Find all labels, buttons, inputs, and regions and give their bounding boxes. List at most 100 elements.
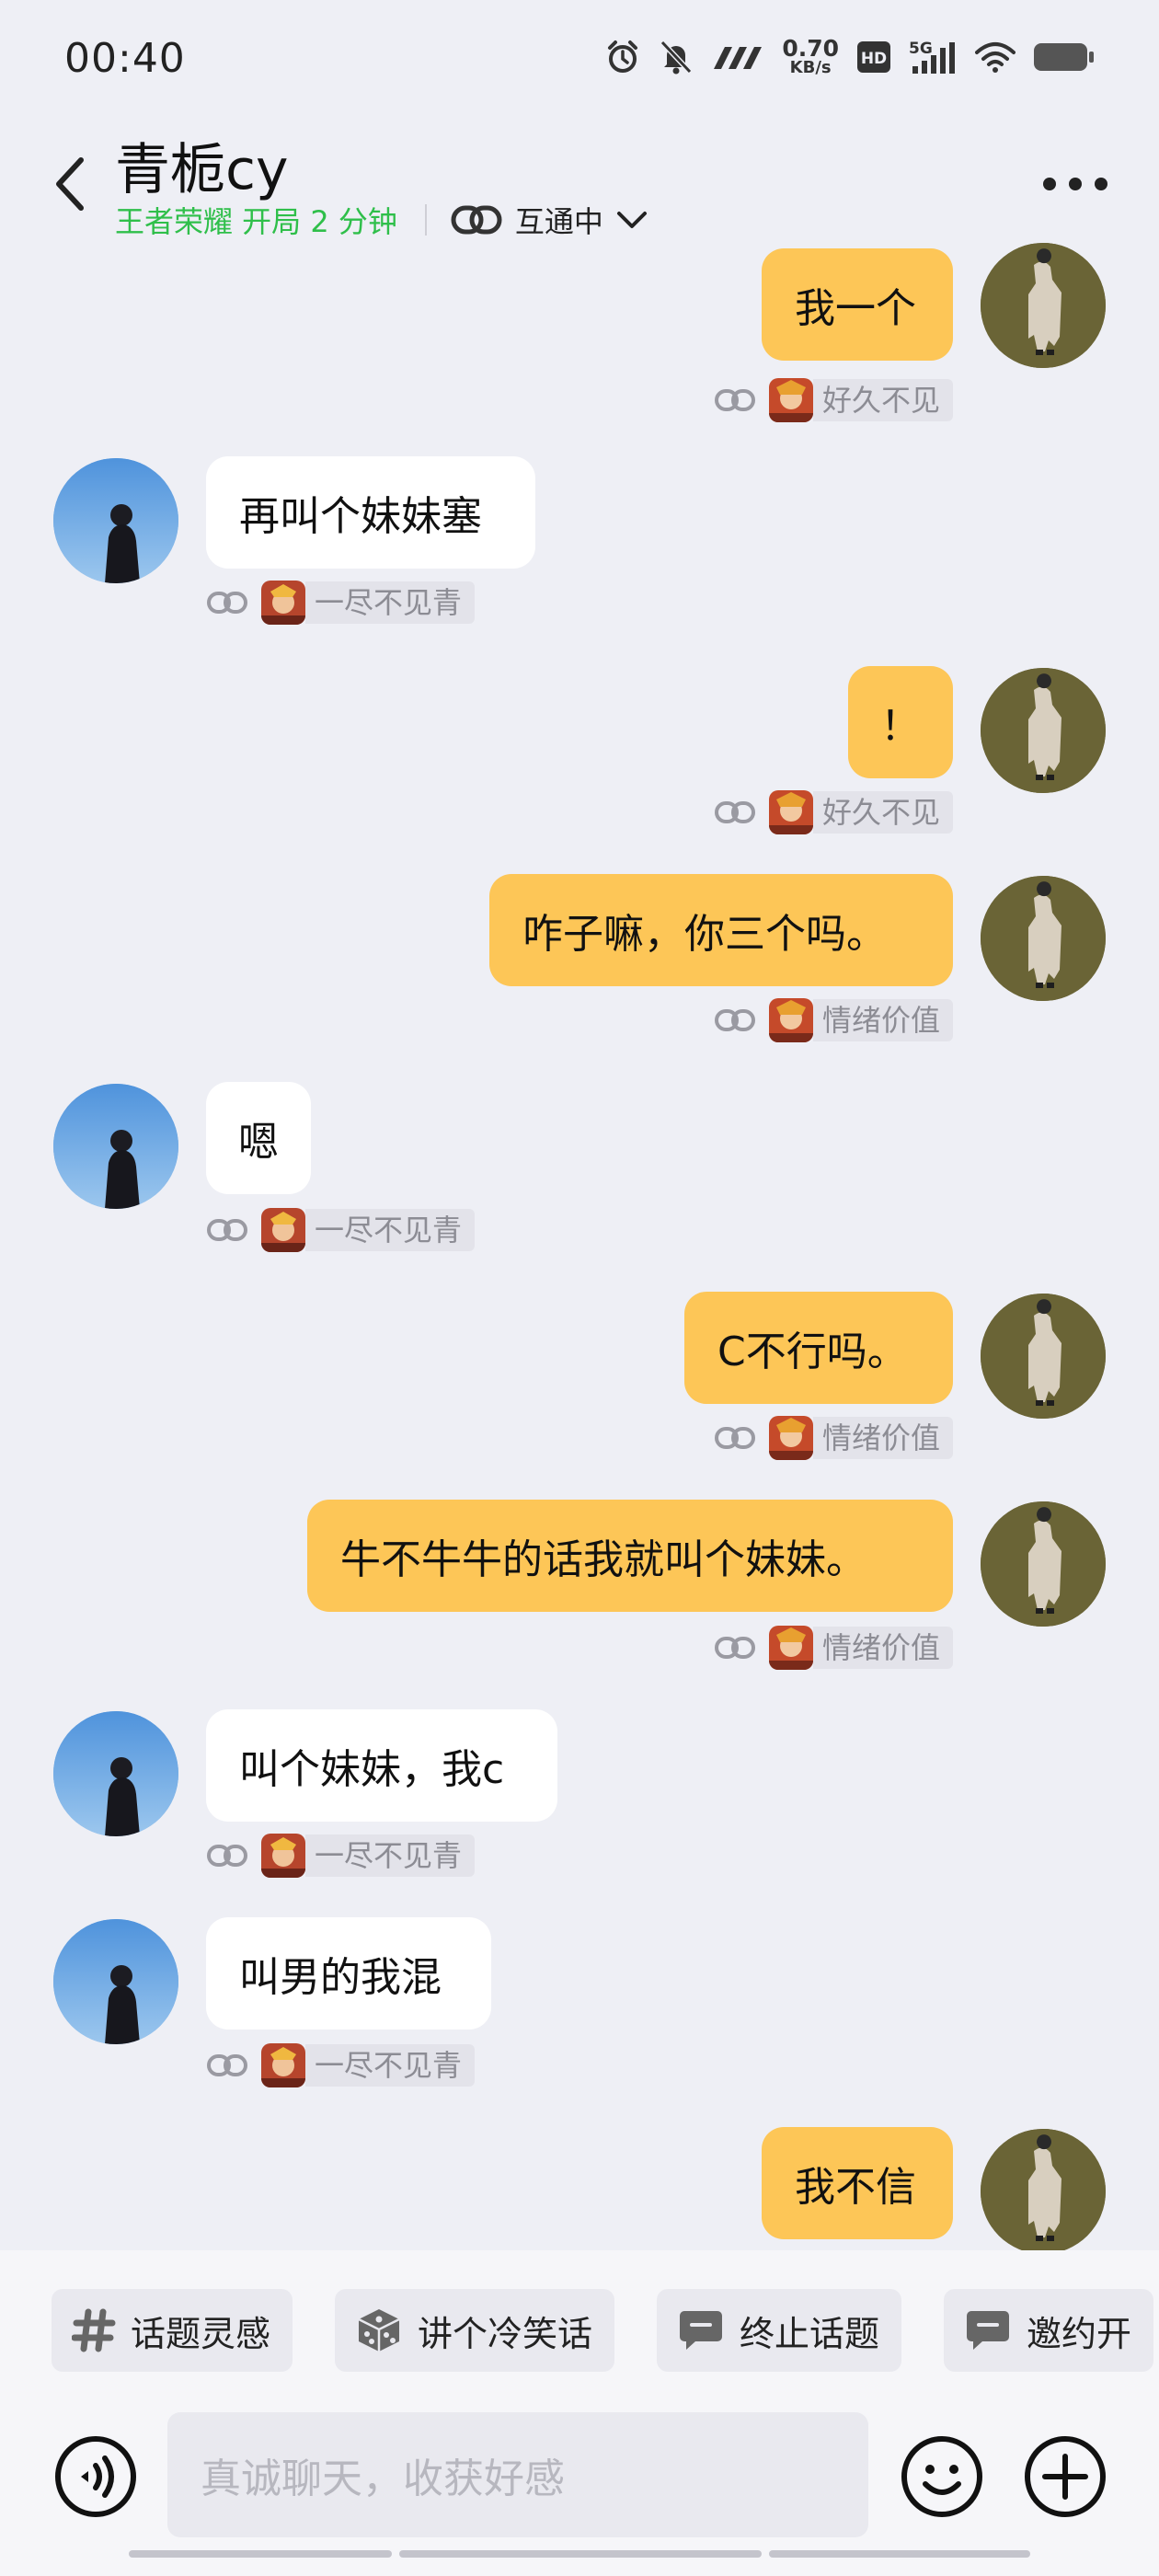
net-speed: 0.70 KB/s [782,37,839,76]
game-nickname: 情绪价值 [812,999,953,1041]
hd-label: HD [861,50,887,68]
message-bubble[interactable]: 牛不牛牛的话我就叫个妹妹。 [307,1500,953,1612]
game-nick-tag: 好久不见 [714,377,953,423]
game-nick-tag: 好久不见 [714,789,953,835]
chip-topic-inspiration[interactable]: 话题灵感 [52,2289,293,2372]
game-hero-icon [261,2043,305,2087]
game-hero-icon [768,378,813,422]
link-icon [207,1845,247,1867]
dice-icon [358,2309,400,2352]
avatar[interactable] [981,243,1106,368]
avatar-image [53,458,178,583]
status-time: 00:40 [64,35,186,82]
avatar-image [53,1711,178,1836]
alarm-icon [608,40,638,73]
contact-name[interactable]: 青栀cy [115,125,289,205]
message-input[interactable]: 真诚聊天，收获好感 [167,2412,868,2537]
message-bubble[interactable]: 我一个 [762,248,953,361]
more-dot [1043,178,1056,190]
game-nick-tag: 一尽不见青 [206,1207,476,1253]
chip-label: 终止话题 [740,2313,880,2354]
net-speed-unit: KB/s [789,58,832,77]
more-dot [1069,178,1082,190]
avatar[interactable] [981,1501,1106,1627]
chip-label: 话题灵感 [131,2313,271,2354]
link-icon [451,205,502,235]
link-icon [207,2054,247,2076]
avatar[interactable] [981,1294,1106,1419]
indicator-segment [399,2550,762,2558]
chip-end-topic[interactable]: 终止话题 [657,2289,902,2372]
game-nickname: 一尽不见青 [305,2044,476,2087]
voice-button[interactable] [53,2434,138,2519]
game-nick-tag: 一尽不见青 [206,2042,476,2088]
chip-label: 讲个冷笑话 [418,2313,593,2354]
chip-invite[interactable]: 邀约开 [944,2289,1154,2372]
link-status-dropdown[interactable]: 互通中 [451,199,648,241]
game-nick-tag: 一尽不见青 [206,580,476,626]
game-nick-tag: 情绪价值 [714,1415,953,1461]
game-nick-tag: 情绪价值 [714,997,953,1043]
message-bubble[interactable]: ！ [848,666,953,778]
link-icon [207,592,247,614]
suggestion-chips[interactable]: 话题灵感 讲个冷笑话 终止话题 邀约开 [52,2289,1154,2372]
avatar-image [981,668,1106,793]
message-bubble[interactable]: 我不信 [762,2127,953,2239]
header-subtitle: 王者荣耀 开局 2 分钟 互通中 [115,199,648,241]
avatar[interactable] [53,1084,178,1209]
game-nickname: 一尽不见青 [305,1834,476,1877]
input-row: 真诚聊天，收获好感 [0,2412,1159,2541]
back-button[interactable] [42,147,98,221]
more-options-button[interactable] [1043,166,1107,202]
more-actions-button[interactable] [1023,2434,1107,2519]
game-nickname: 一尽不见青 [305,1209,476,1251]
avatar[interactable] [53,458,178,583]
indicator-segment [769,2550,1030,2558]
avatar[interactable] [981,876,1106,1001]
chat-header: 青栀cy 王者荣耀 开局 2 分钟 互通中 [0,120,1159,248]
signal-label: 5G [909,40,933,58]
game-hero-icon [768,1626,813,1670]
link-icon [714,1637,755,1659]
link-status-label: 互通中 [514,204,603,239]
avatar-image [981,1294,1106,1419]
hd-icon: HD [857,40,890,73]
game-nick-tag: 情绪价值 [714,1625,953,1671]
link-icon [714,389,755,411]
link-icon [714,801,755,823]
game-nick-tag: 一尽不见青 [206,1833,476,1879]
chevron-down-icon [616,212,647,228]
avatar[interactable] [53,1711,178,1836]
chat-bubble-icon [967,2311,1010,2350]
message-bubble[interactable]: 咋子嘛，你三个吗。 [489,874,953,986]
avatar[interactable] [981,668,1106,793]
link-icon [207,1219,247,1241]
wifi-icon [975,41,1016,73]
status-bar: 00:40 0.70 KB/s HD 5G [0,0,1159,120]
avatar-image [981,2129,1106,2254]
emoji-button[interactable] [900,2434,984,2519]
message-bubble[interactable]: 叫男的我混 [206,1917,491,2030]
avatar[interactable] [981,2129,1106,2254]
scroll-indicator [129,2550,1030,2558]
plus-icon [1025,2436,1106,2517]
game-nickname: 情绪价值 [812,1417,953,1459]
chip-cold-joke[interactable]: 讲个冷笑话 [335,2289,615,2372]
message-bubble[interactable]: C不行吗。 [684,1292,953,1404]
game-hero-icon [768,790,813,834]
message-bubble[interactable]: 再叫个妹妹塞 [206,456,535,569]
link-icon [714,1427,755,1449]
message-bubble[interactable]: 叫个妹妹，我c [206,1709,557,1822]
game-nickname: 好久不见 [812,791,953,834]
avatar[interactable] [53,1919,178,2044]
game-hero-icon [261,581,305,625]
cell-signal-icon: 5G [909,40,955,74]
message-bubble[interactable]: 嗯 [206,1082,311,1194]
composer-panel: 话题灵感 讲个冷笑话 终止话题 邀约开 真诚聊天，收获好感 [0,2250,1159,2576]
net-speed-value: 0.70 [782,35,839,62]
chip-label: 邀约开 [1027,2313,1132,2354]
indicator-segment [129,2550,392,2558]
signal-bars-icon [714,46,763,69]
voice-icon [55,2436,136,2517]
avatar-image [981,243,1106,368]
